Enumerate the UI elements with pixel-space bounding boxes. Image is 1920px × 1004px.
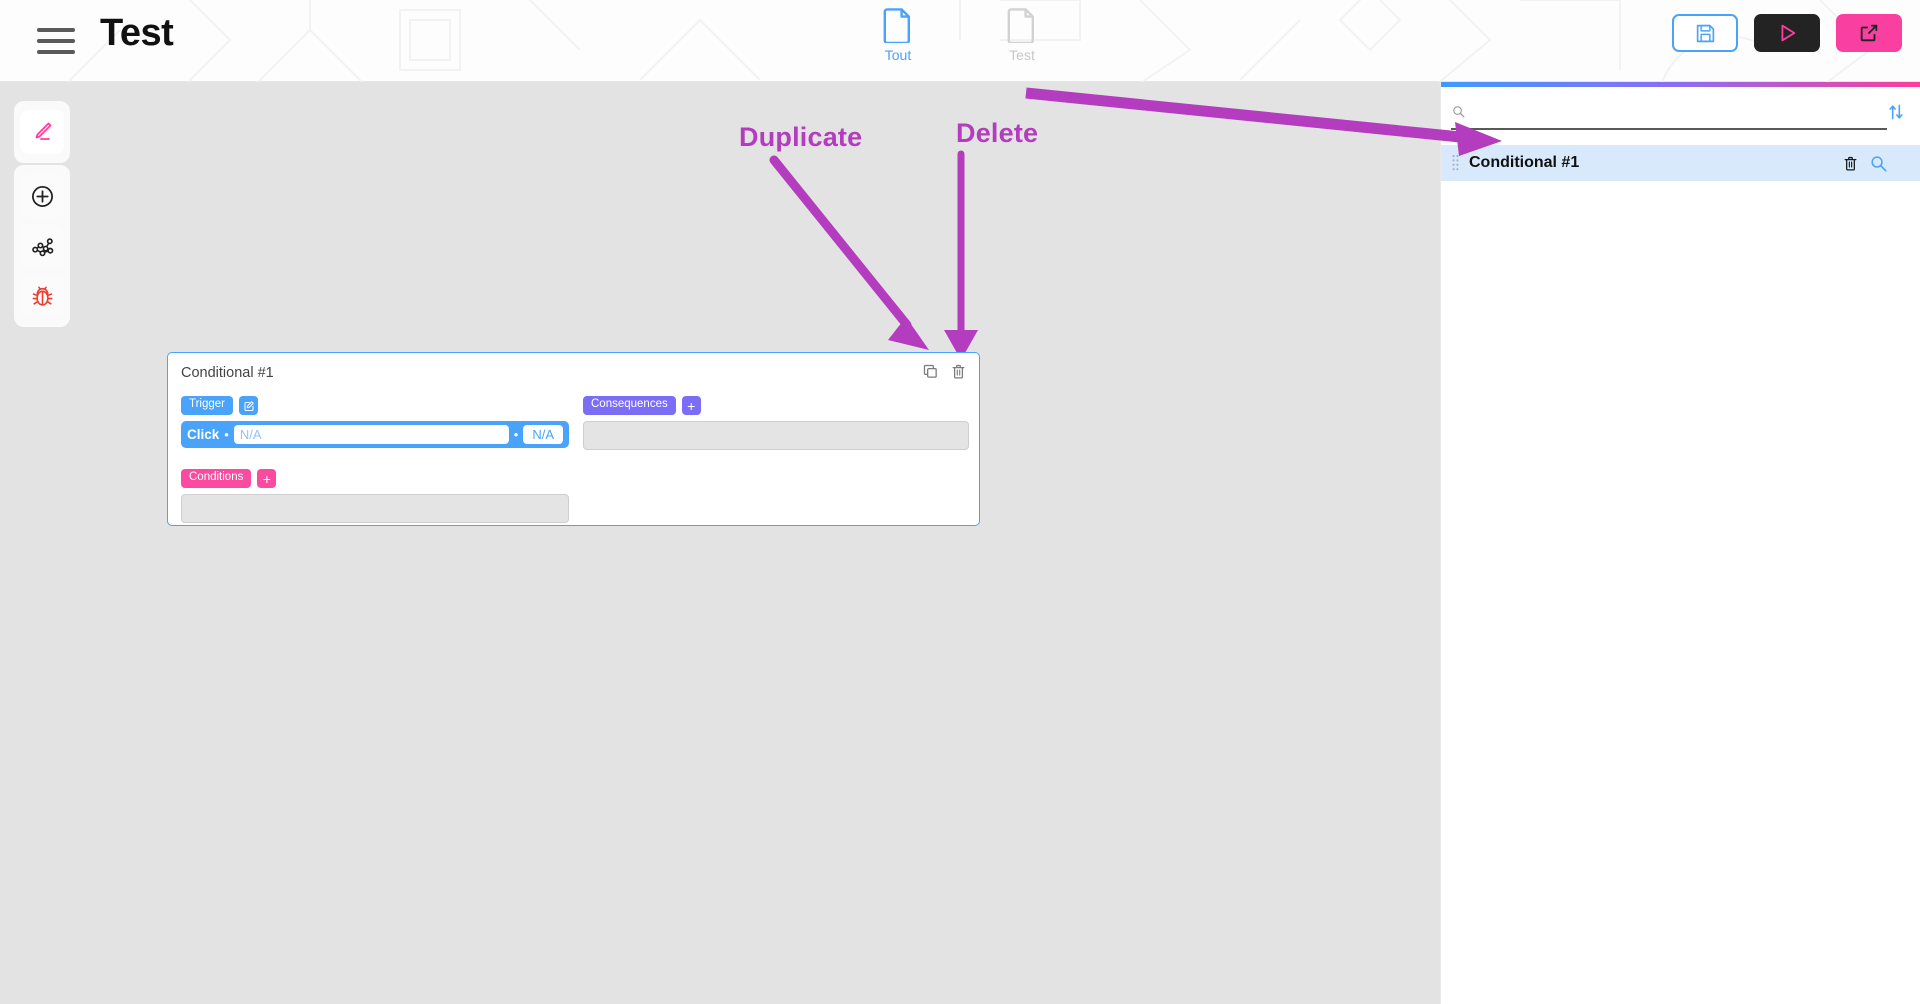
editor-canvas[interactable]: Duplicate Delete Conditional #1 Trigger …: [0, 82, 1440, 1004]
annotation-arrows: [769, 150, 978, 360]
page-tabs: Tout Test: [862, 4, 1058, 63]
trigger-row[interactable]: Click • N/A • N/A: [181, 421, 569, 448]
trigger-separator: •: [513, 427, 519, 442]
edit-square-icon: [244, 400, 254, 411]
hamburger-line: [37, 28, 75, 32]
panel-search-row: [1451, 100, 1887, 130]
tab-tout[interactable]: Tout: [862, 4, 934, 63]
play-triangle-icon: [1781, 24, 1796, 42]
delete-icon[interactable]: [950, 363, 967, 380]
hamburger-menu-icon[interactable]: [37, 26, 75, 56]
consequences-badge: Consequences: [583, 396, 676, 415]
list-item[interactable]: Conditional #1: [1441, 145, 1920, 181]
trigger-target-input[interactable]: N/A: [233, 425, 509, 444]
tab-label: Tout: [884, 47, 912, 63]
floppy-disk-icon: [1696, 24, 1714, 42]
inspect-search-icon[interactable]: [1869, 154, 1888, 173]
sort-button[interactable]: [1886, 102, 1906, 122]
conditional-card-title: Conditional #1: [181, 365, 274, 381]
trigger-badge: Trigger: [181, 396, 233, 415]
card-left-column: Trigger Click • N/A • N/A Conditions +: [181, 396, 571, 523]
hamburger-line: [37, 39, 75, 43]
add-consequence-button[interactable]: +: [681, 396, 701, 415]
panel-gradient-bar: [1441, 82, 1920, 87]
open-external-button[interactable]: [1836, 14, 1902, 52]
elements-panel: Conditional #1: [1440, 82, 1920, 1004]
save-button[interactable]: [1672, 14, 1738, 52]
duplicate-icon[interactable]: [922, 363, 939, 380]
external-link-icon: [1860, 24, 1878, 42]
sort-arrows-icon: [1889, 104, 1903, 120]
hamburger-line: [37, 50, 75, 54]
trigger-badge-row: Trigger: [181, 396, 571, 415]
delete-icon[interactable]: [1842, 155, 1859, 172]
consequences-dropzone[interactable]: [583, 421, 969, 450]
tab-label: Test: [1009, 47, 1035, 63]
trigger-separator: •: [224, 427, 229, 442]
pen-icon: [35, 122, 52, 140]
consequences-badge-row: Consequences +: [583, 396, 969, 415]
app-header: Test Tout Test: [0, 0, 1920, 82]
workflow-tool-button[interactable]: [20, 224, 64, 268]
card-right-column: Consequences +: [583, 396, 969, 450]
bug-icon: [32, 286, 52, 306]
pen-tool-button[interactable]: [20, 110, 64, 154]
trigger-event-label: Click: [187, 427, 220, 442]
page-title: Test: [100, 12, 174, 54]
plus-circle-icon: [31, 185, 53, 207]
app-root: Test Tout Test Duplicate Delete Conditio…: [0, 0, 1920, 1004]
file-icon: [883, 8, 910, 43]
annotation-label-delete: Delete: [956, 118, 1039, 148]
drag-handle-icon[interactable]: [1447, 154, 1463, 172]
add-element-tool-button[interactable]: [20, 174, 64, 218]
conditions-badge: Conditions: [181, 469, 252, 488]
conditional-card[interactable]: Conditional #1 Trigger Click • N/A • N/A…: [167, 352, 980, 526]
conditions-badge-row: Conditions +: [181, 469, 571, 488]
toolbar-group-primary: [14, 101, 70, 163]
conditions-dropzone[interactable]: [181, 494, 569, 523]
header-actions: [1672, 14, 1902, 52]
left-toolbar: [14, 101, 70, 327]
search-icon: [1451, 104, 1466, 124]
trigger-param-chip[interactable]: N/A: [523, 425, 563, 444]
debug-tool-button[interactable]: [20, 274, 64, 318]
conditional-card-actions: [922, 363, 967, 380]
nodes-icon: [31, 237, 53, 256]
add-condition-button[interactable]: +: [257, 469, 277, 488]
annotation-label-duplicate: Duplicate: [739, 122, 863, 152]
list-item-label: Conditional #1: [1469, 154, 1580, 171]
trigger-edit-button[interactable]: [239, 396, 258, 415]
toolbar-group-secondary: [14, 164, 70, 327]
file-icon: [1007, 8, 1034, 43]
preview-button[interactable]: [1754, 14, 1820, 52]
list-item-actions: [1842, 154, 1888, 173]
search-input[interactable]: [1472, 106, 1887, 122]
tab-test[interactable]: Test: [986, 4, 1058, 63]
